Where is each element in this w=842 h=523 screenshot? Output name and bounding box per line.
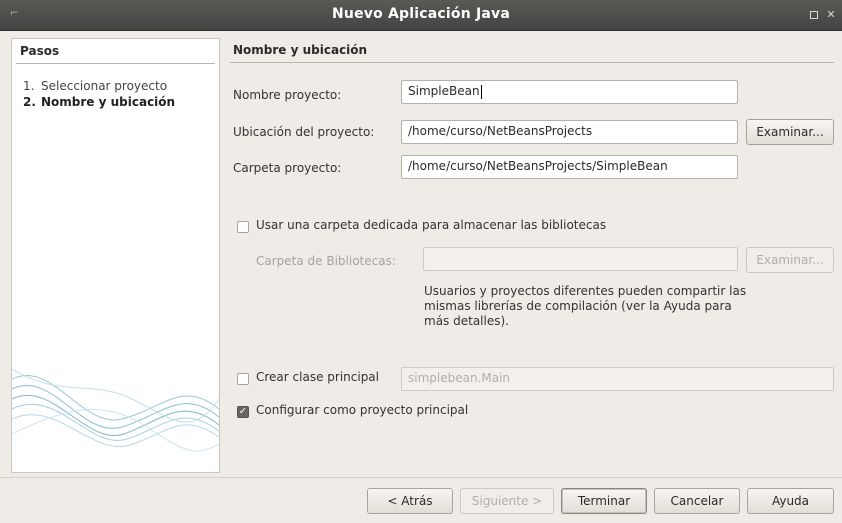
text-caret (480, 84, 482, 99)
step-item-name-location: 2. Nombre y ubicación (23, 95, 175, 109)
maximize-icon[interactable] (807, 8, 821, 22)
section-title: Nombre y ubicación (233, 43, 368, 57)
project-location-input[interactable]: /home/curso/NetBeansProjects (401, 120, 738, 144)
libraries-folder-label: Carpeta de Bibliotecas: (256, 254, 396, 268)
project-location-label: Ubicación del proyecto: (233, 125, 375, 139)
step-number: 2. (23, 95, 36, 109)
title-bar: ⌐ Nuevo Aplicación Java ✕ (0, 0, 842, 31)
footer-divider (0, 477, 842, 478)
libraries-hint: Usuarios y proyectos diferentes pueden c… (424, 284, 747, 328)
create-main-class-label[interactable]: Crear clase principal (256, 370, 379, 384)
back-button[interactable]: < Atrás (367, 488, 453, 514)
steps-divider (16, 63, 215, 64)
decorative-swirl-image (12, 368, 219, 452)
help-button[interactable]: Ayuda (747, 488, 834, 514)
steps-title: Pasos (20, 44, 60, 58)
step-label: Nombre y ubicación (41, 95, 176, 109)
step-item-select-project: 1. Seleccionar proyecto (23, 79, 167, 93)
step-number: 1. (23, 79, 35, 93)
dedicated-folder-checkbox[interactable] (237, 221, 249, 233)
finish-button[interactable]: Terminar (561, 488, 647, 514)
close-icon[interactable]: ✕ (824, 8, 838, 22)
project-folder-input: /home/curso/NetBeansProjects/SimpleBean (401, 155, 738, 179)
project-name-value: SimpleBean (408, 84, 480, 98)
dedicated-folder-label[interactable]: Usar una carpeta dedicada para almacenar… (256, 218, 606, 232)
section-divider (230, 62, 834, 63)
window-title: Nuevo Aplicación Java (332, 6, 510, 22)
project-name-input[interactable]: SimpleBean (401, 80, 738, 104)
main-class-input: simplebean.Main (401, 367, 834, 391)
step-label: Seleccionar proyecto (41, 79, 168, 93)
set-main-project-checkbox[interactable]: ✓ (237, 406, 249, 418)
create-main-class-checkbox[interactable] (237, 373, 249, 385)
steps-panel: Pasos 1. Seleccionar proyecto 2. Nombre y … (11, 38, 220, 473)
cancel-button[interactable]: Cancelar (654, 488, 740, 514)
browse-libraries-button: Examinar... (746, 247, 834, 273)
project-folder-label: Carpeta proyecto: (233, 161, 342, 175)
libraries-folder-input (423, 247, 738, 271)
next-button: Siguiente > (460, 488, 554, 514)
project-name-label: Nombre proyecto: (233, 88, 342, 102)
browse-location-button[interactable]: Examinar... (746, 119, 834, 145)
set-main-project-label[interactable]: Configurar como proyecto principal (256, 403, 468, 417)
